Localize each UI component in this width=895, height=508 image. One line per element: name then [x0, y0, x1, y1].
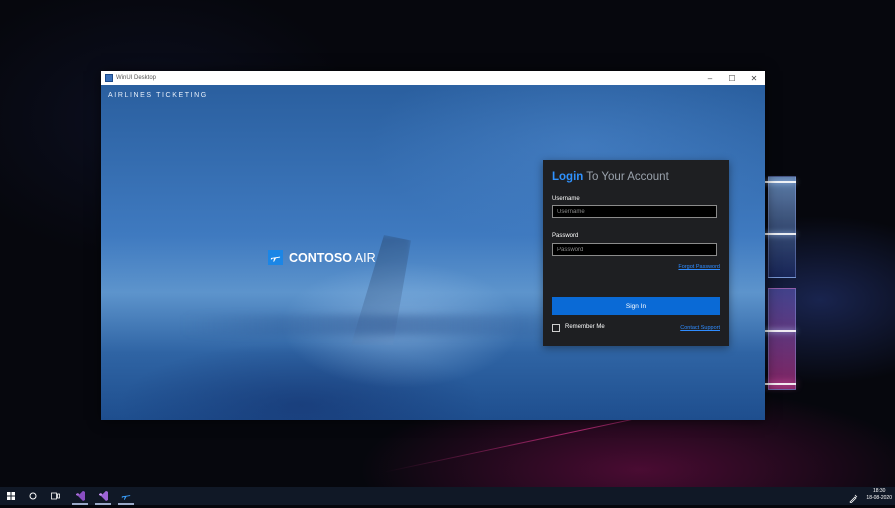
minimize-button[interactable]: –	[699, 71, 721, 85]
window-title: WinUI Desktop	[116, 75, 157, 81]
brand-name: CONTOSO AIR	[289, 250, 376, 265]
airplane-wing-image	[181, 315, 601, 335]
contact-support-link[interactable]: Contact Support	[680, 325, 720, 331]
task-view-icon[interactable]	[47, 487, 63, 505]
username-input[interactable]	[552, 205, 717, 218]
close-button[interactable]: ✕	[743, 71, 765, 85]
forgot-password-link[interactable]: Forgot Password	[678, 264, 720, 270]
windows-start-icon[interactable]	[3, 487, 19, 505]
search-icon[interactable]	[25, 487, 41, 505]
window-titlebar[interactable]: WinUI Desktop – ☐ ✕	[101, 71, 765, 85]
clock-date: 18-08-2020	[866, 495, 892, 501]
visual-studio-preview-icon[interactable]	[93, 487, 113, 505]
wallpaper-glow	[764, 330, 796, 332]
contoso-air-app-icon[interactable]	[116, 487, 136, 505]
taskbar: 18:30 18-08-2020	[0, 487, 895, 505]
login-panel: Login To Your Account Username Password …	[543, 160, 729, 346]
login-title: Login To Your Account	[552, 171, 669, 183]
app-window: WinUI Desktop – ☐ ✕ AIRLINES TICKETING C…	[101, 71, 765, 420]
tagline: AIRLINES TICKETING	[108, 92, 208, 99]
wallpaper-logo-pane	[768, 288, 796, 390]
wallpaper-glow	[764, 181, 796, 183]
remember-me-checkbox[interactable]	[552, 324, 560, 332]
password-label: Password	[552, 233, 579, 239]
wallpaper-glow	[764, 233, 796, 235]
wallpaper-glow	[764, 383, 796, 385]
maximize-button[interactable]: ☐	[721, 71, 743, 85]
password-input[interactable]	[552, 243, 717, 256]
brand-logo: CONTOSO AIR	[268, 250, 376, 265]
visual-studio-icon[interactable]	[70, 487, 90, 505]
clock-time: 18:30	[872, 488, 886, 494]
airplane-icon	[268, 250, 283, 265]
login-page: AIRLINES TICKETING CONTOSO AIR Login To …	[101, 85, 765, 420]
sign-in-button[interactable]: Sign In	[552, 297, 720, 315]
username-label: Username	[552, 196, 580, 202]
wallpaper-logo-pane	[768, 176, 796, 278]
pen-workspace-icon[interactable]	[849, 490, 858, 508]
window-controls: – ☐ ✕	[699, 71, 765, 85]
app-window-icon	[105, 74, 113, 82]
system-clock[interactable]: 18:30 18-08-2020	[866, 488, 892, 502]
remember-me-label: Remember Me	[565, 324, 605, 330]
